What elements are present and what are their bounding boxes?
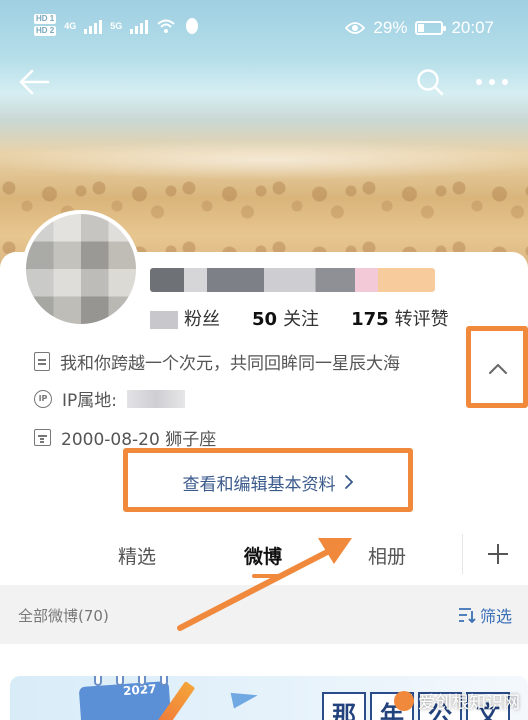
annotation-arrow — [177, 538, 352, 631]
